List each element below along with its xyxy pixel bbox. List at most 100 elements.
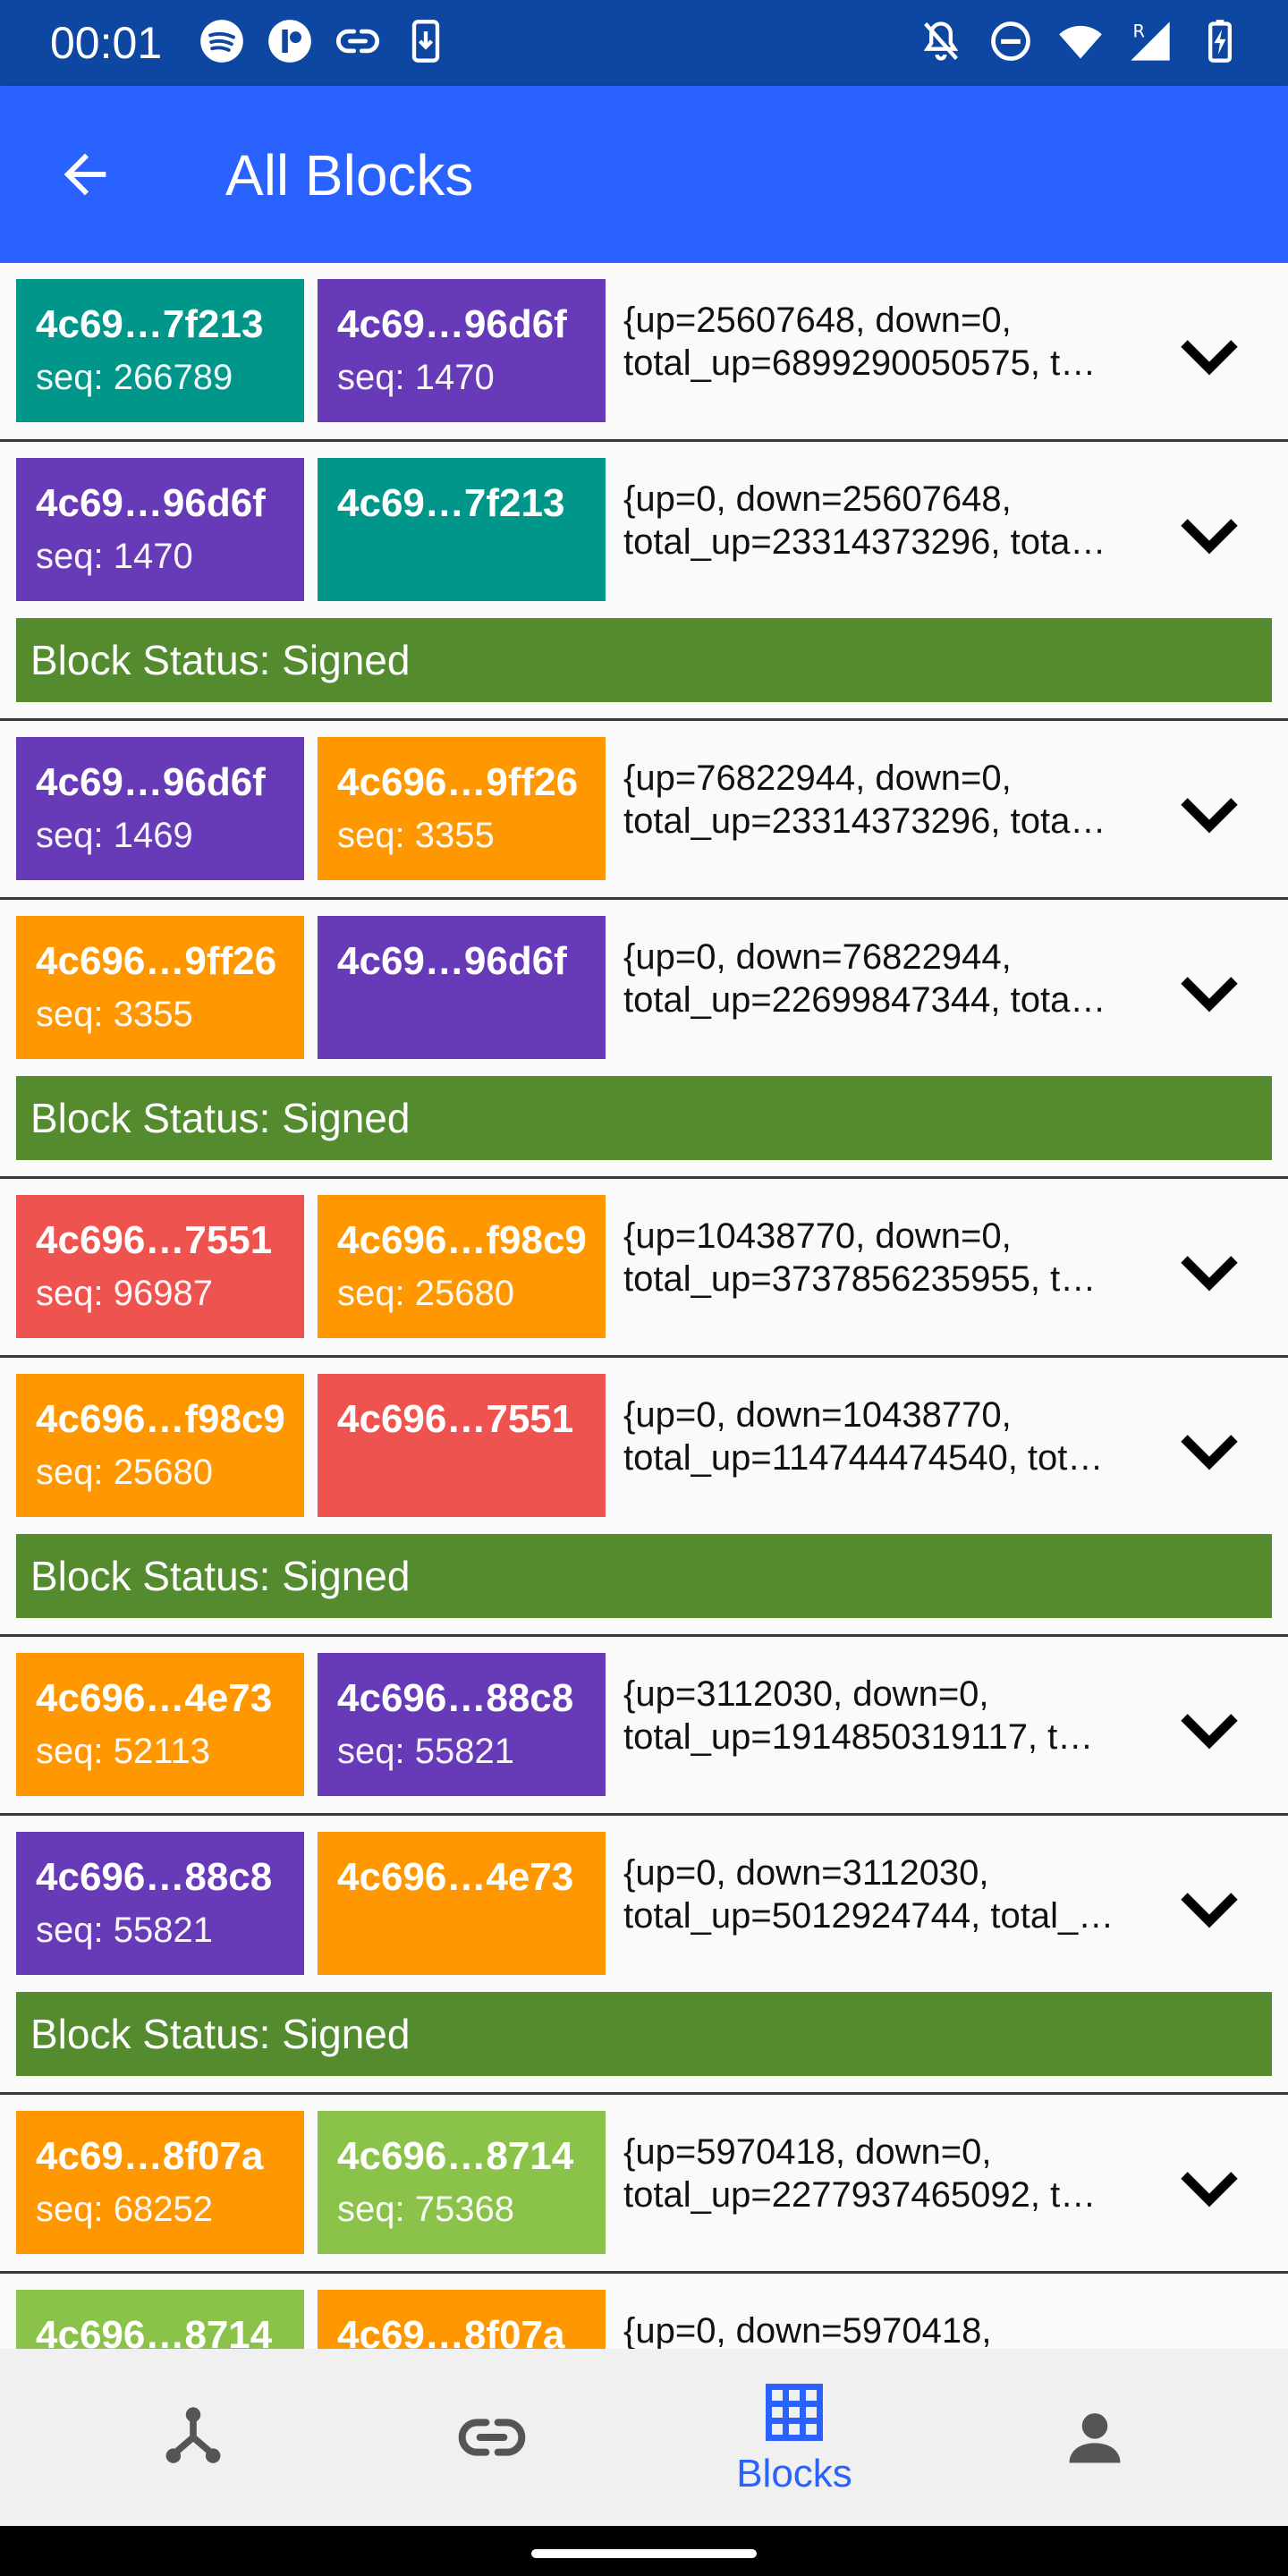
block-status-banner: Block Status: Signed: [16, 1534, 1272, 1618]
public-key: 4c696…88c8: [36, 1855, 273, 1899]
block-item[interactable]: 4c696…88c8 seq: 55821 4c696…4e73 {up=0, …: [0, 1816, 1288, 2095]
link-public-key-chip: 4c69…7f213: [318, 458, 606, 601]
expand-chevron-icon[interactable]: [1172, 1692, 1247, 1767]
link-public-key-chip: 4c696…4e73: [318, 1832, 606, 1975]
spotify-icon: [197, 16, 247, 66]
arrow-back-icon: [64, 153, 106, 196]
link-public-key: 4c696…4e73: [337, 1855, 574, 1899]
nav-profile[interactable]: [934, 2349, 1256, 2526]
network-icon: [165, 2407, 221, 2463]
block-item[interactable]: 4c696…7551 seq: 96987 4c696…f98c9 seq: 2…: [0, 1179, 1288, 1358]
transaction-line-1: {up=5970418, down=0,: [623, 2132, 992, 2172]
block-item[interactable]: 4c69…7f213 seq: 266789 4c69…96d6f seq: 1…: [0, 263, 1288, 442]
expand-chevron-icon[interactable]: [1172, 1234, 1247, 1309]
transaction-summary: {up=0, down=25607648, total_up=233143732…: [623, 478, 1133, 564]
sequence-number: seq: 25680: [36, 1453, 213, 1492]
public-key-chip: 4c69…8f07a seq: 68252: [16, 2111, 304, 2254]
app-bar: All Blocks: [0, 86, 1288, 263]
transaction-summary: {up=0, down=10438770, total_up=114744474…: [623, 1394, 1133, 1479]
block-item[interactable]: 4c69…96d6f seq: 1469 4c696…9ff26 seq: 33…: [0, 721, 1288, 900]
expand-chevron-icon[interactable]: [1172, 2150, 1247, 2225]
link-sequence-number: seq: 55821: [337, 1732, 514, 1771]
transaction-summary: {up=0, down=3112030, total_up=5012924744…: [623, 1852, 1133, 1937]
link-public-key: 4c69…96d6f: [337, 939, 567, 983]
link-public-key: 4c696…8714: [337, 2134, 574, 2178]
public-key: 4c696…4e73: [36, 1676, 273, 1720]
sequence-number: seq: 96987: [36, 1274, 213, 1313]
expand-chevron-icon[interactable]: [1172, 318, 1247, 394]
transaction-summary: {up=0, down=76822944, total_up=226998473…: [623, 936, 1133, 1021]
expand-chevron-icon[interactable]: [1172, 955, 1247, 1030]
link-public-key: 4c696…7551: [337, 1397, 574, 1441]
transaction-summary: {up=5970418, down=0, total_up=2277937465…: [623, 2131, 1133, 2216]
link-public-key: 4c696…f98c9: [337, 1218, 587, 1262]
transaction-summary: {up=25607648, down=0, total_up=689929005…: [623, 299, 1133, 385]
transaction-line-2: total_up=6899290050575, t…: [623, 343, 1097, 383]
public-key-chip: 4c69…96d6f seq: 1469: [16, 737, 304, 880]
block-item[interactable]: 4c696…9ff26 seq: 3355 4c69…96d6f {up=0, …: [0, 900, 1288, 1179]
transaction-line-1: {up=0, down=5970418,: [623, 2311, 992, 2349]
public-key-chip: 4c69…96d6f seq: 1470: [16, 458, 304, 601]
expand-chevron-icon[interactable]: [1172, 497, 1247, 572]
link-public-key: 4c69…8f07a: [337, 2313, 565, 2349]
public-key-chip: 4c69…7f213 seq: 266789: [16, 279, 304, 422]
transaction-summary: {up=3112030, down=0, total_up=1914850319…: [623, 1673, 1133, 1758]
page-title: All Blocks: [225, 143, 474, 208]
block-item[interactable]: 4c696…4e73 seq: 52113 4c696…88c8 seq: 55…: [0, 1637, 1288, 1816]
grid-icon: [766, 2384, 823, 2441]
transaction-line-2: total_up=23314373296, tota…: [623, 522, 1106, 562]
block-item[interactable]: 4c69…8f07a seq: 68252 4c696…8714 seq: 75…: [0, 2095, 1288, 2274]
block-item[interactable]: 4c69…96d6f seq: 1470 4c69…7f213 {up=0, d…: [0, 442, 1288, 721]
nav-blocks-label: Blocks: [736, 2452, 852, 2496]
link-public-key: 4c696…9ff26: [337, 760, 579, 804]
transaction-line-1: {up=3112030, down=0,: [623, 1674, 989, 1714]
sequence-number: seq: 3355: [36, 995, 193, 1034]
nav-blocks[interactable]: Blocks: [633, 2349, 955, 2526]
wifi-icon: [1055, 16, 1106, 66]
expand-chevron-icon[interactable]: [1172, 776, 1247, 852]
link-icon: [333, 16, 383, 66]
blocks-list[interactable]: 4c69…7f213 seq: 266789 4c69…96d6f seq: 1…: [0, 263, 1288, 2349]
link-sequence-number: seq: 1470: [337, 358, 495, 397]
link-sequence-number: seq: 75368: [337, 2190, 514, 2229]
sequence-number: seq: 55821: [36, 1911, 213, 1950]
sequence-number: seq: 52113: [36, 1732, 210, 1771]
transaction-line-2: total_up=23314373296, tota…: [623, 801, 1106, 841]
link-public-key-chip: 4c696…9ff26 seq: 3355: [318, 737, 606, 880]
link-public-key: 4c69…7f213: [337, 481, 565, 525]
nav-network[interactable]: [32, 2349, 354, 2526]
public-key: 4c69…96d6f: [36, 760, 266, 804]
link-public-key-chip: 4c69…96d6f: [318, 916, 606, 1059]
transaction-line-2: total_up=114744474540, tot…: [623, 1438, 1104, 1478]
nav-links[interactable]: [331, 2349, 653, 2526]
sequence-number: seq: 68252: [36, 2190, 213, 2229]
block-item[interactable]: 4c696…f98c9 seq: 25680 4c696…7551 {up=0,…: [0, 1358, 1288, 1637]
public-key: 4c696…f98c9: [36, 1397, 285, 1441]
public-key: 4c69…7f213: [36, 302, 264, 346]
transaction-summary: {up=76822944, down=0, total_up=233143732…: [623, 757, 1133, 843]
transaction-line-2: total_up=22699847344, tota…: [623, 980, 1106, 1020]
person-icon: [1069, 2413, 1121, 2463]
transaction-line-1: {up=0, down=3112030,: [623, 1853, 989, 1893]
transaction-line-1: {up=0, down=76822944,: [623, 937, 1012, 977]
public-key-chip: 4c696…88c8 seq: 55821: [16, 1832, 304, 1975]
svg-text:R: R: [1133, 21, 1146, 42]
download-icon: [401, 16, 451, 66]
link-public-key-chip: 4c69…8f07a: [318, 2290, 606, 2349]
expand-chevron-icon[interactable]: [1172, 2329, 1247, 2349]
home-gesture-handle[interactable]: [531, 2549, 757, 2558]
transaction-line-2: total_up=1914850319117, t…: [623, 1717, 1094, 1757]
expand-chevron-icon[interactable]: [1172, 1871, 1247, 1946]
public-key: 4c69…96d6f: [36, 481, 266, 525]
system-navigation-bar: [0, 2526, 1288, 2576]
public-key-chip: 4c696…9ff26 seq: 3355: [16, 916, 304, 1059]
public-key-chip: 4c696…7551 seq: 96987: [16, 1195, 304, 1338]
back-button[interactable]: [45, 134, 125, 215]
public-key: 4c696…7551: [36, 1218, 273, 1262]
expand-chevron-icon[interactable]: [1172, 1413, 1247, 1488]
transaction-line-2: total_up=5012924744, total_…: [623, 1896, 1114, 1936]
do-not-disturb-icon: [986, 16, 1036, 66]
block-item[interactable]: 4c696…8714 4c69…8f07a {up=0, down=597041…: [0, 2274, 1288, 2349]
transaction-line-1: {up=10438770, down=0,: [623, 1216, 1012, 1256]
link-public-key-chip: 4c696…7551: [318, 1374, 606, 1517]
